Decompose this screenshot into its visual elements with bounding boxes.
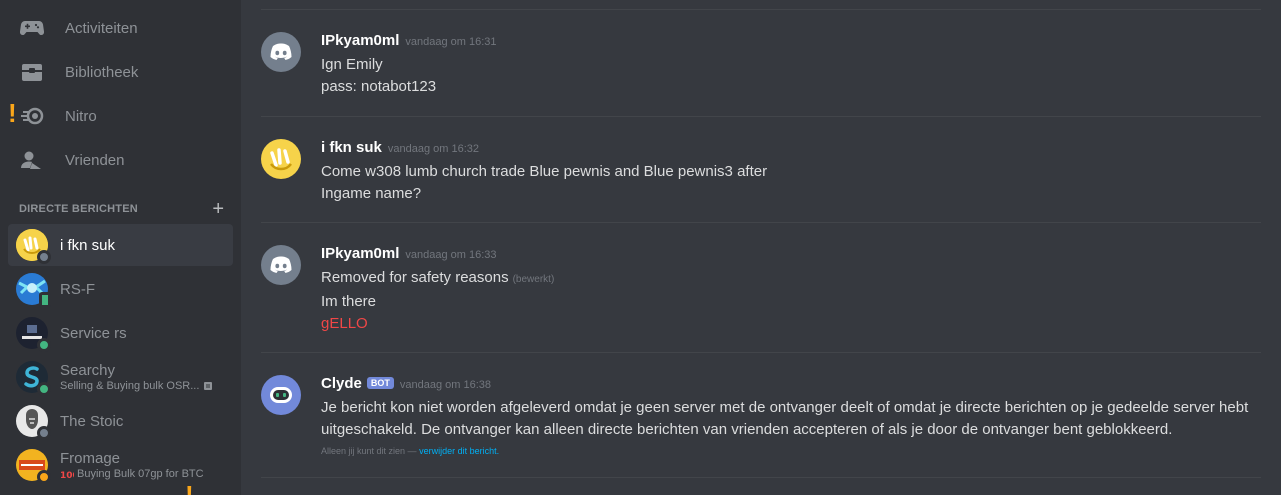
svg-text:100: 100	[60, 471, 74, 479]
status-online-icon	[37, 382, 51, 396]
dm-name: Searchy	[60, 362, 116, 379]
message-text: gELLO	[321, 315, 368, 332]
dm-item-service-rs[interactable]: Service rs	[8, 312, 233, 354]
message-timestamp: vandaag om 16:32	[387, 143, 479, 155]
status-mobile-icon	[39, 292, 51, 308]
nav-label: Vrienden	[65, 151, 125, 169]
message-divider	[261, 477, 1261, 478]
message-text: Je bericht kon niet worden afgeleverd om…	[321, 399, 1249, 416]
nav-label: Nitro	[65, 107, 97, 125]
dm-custom-status: 100 Buying Bulk 07gp for BTC	[60, 468, 204, 480]
library-icon	[20, 60, 44, 84]
friends-icon	[20, 148, 44, 172]
nav-activities[interactable]: Activiteiten	[8, 8, 233, 48]
dismiss-message-link[interactable]: verwijder dit bericht.	[419, 446, 499, 456]
dm-status-text: Selling & Buying bulk OSR...	[60, 380, 200, 392]
avatar	[16, 229, 51, 264]
message-timestamp: vandaag om 16:31	[405, 36, 497, 48]
avatar	[16, 273, 51, 308]
dm-name: The Stoic	[60, 412, 124, 430]
avatar	[16, 405, 51, 440]
dm-status-text: Buying Bulk 07gp for BTC	[77, 468, 204, 480]
nav-label: Activiteiten	[65, 19, 138, 37]
notification-mark: !	[8, 98, 17, 128]
gamepad-icon	[20, 16, 44, 40]
dm-name: i fkn suk	[60, 236, 116, 254]
message-divider	[261, 222, 1261, 223]
bot-badge: BOT	[366, 377, 394, 389]
dm-name: Fromage	[60, 450, 121, 467]
message-author[interactable]: i fkn suk	[321, 139, 382, 156]
dm-item-the-stoic[interactable]: The Stoic	[8, 400, 233, 442]
discord-logo-icon	[261, 32, 301, 72]
nitro-icon	[20, 104, 44, 128]
dm-item-searchy[interactable]: Searchy Selling & Buying bulk OSR...	[8, 356, 233, 398]
message-text: Ingame name?	[321, 185, 422, 202]
message-divider	[261, 9, 1261, 10]
dm-item-i-fkn-suk[interactable]: i fkn suk	[8, 224, 233, 266]
message-author[interactable]: IPkyam0ml	[321, 32, 399, 49]
nav-label: Bibliotheek	[65, 63, 139, 81]
message-text: uitgeschakeld. De ontvanger kan alleen d…	[321, 421, 1173, 438]
dm-section-title: DIRECTE BERICHTEN	[19, 203, 138, 215]
avatar	[16, 449, 51, 484]
message-author[interactable]: IPkyam0ml	[321, 245, 399, 262]
message-divider	[261, 352, 1261, 353]
dm-sidebar: Activiteiten Bibliotheek Nitro Vrienden …	[0, 0, 241, 495]
create-dm-button[interactable]: +	[212, 199, 224, 219]
message-text: Im there	[321, 293, 377, 310]
avatar	[16, 317, 51, 352]
ephemeral-note-text: Alleen jij kunt dit zien —	[321, 446, 417, 456]
message-author[interactable]: Clyde	[321, 375, 362, 392]
status-offline-icon	[37, 426, 51, 440]
status-offline-icon	[37, 250, 51, 264]
message-divider	[261, 116, 1261, 117]
message-text: Come w308 lumb church trade Blue pewnis …	[321, 163, 768, 180]
discord-logo-icon	[261, 245, 301, 285]
dm-name: RS-F	[60, 280, 95, 298]
message-timestamp: vandaag om 16:33	[405, 249, 497, 261]
status-online-icon	[37, 338, 51, 352]
message-text-content: Removed for safety reasons	[321, 269, 509, 286]
nav-friends[interactable]: Vrienden	[8, 140, 233, 180]
notification-mark: !	[185, 480, 194, 495]
dm-name: Service rs	[60, 324, 127, 342]
dm-item-rs-f[interactable]: RS-F	[8, 268, 233, 310]
dm-item-fromage[interactable]: Fromage 100 Buying Bulk 07gp for BTC	[8, 444, 233, 486]
dm-section-header: DIRECTE BERICHTEN +	[19, 199, 224, 219]
clyde-bot-avatar	[261, 375, 301, 415]
document-icon	[204, 382, 213, 390]
nav-nitro[interactable]: Nitro	[8, 96, 233, 136]
avatar	[261, 139, 301, 179]
message-text: Removed for safety reasons (bewerkt)	[321, 267, 1261, 291]
ephemeral-note: Alleen jij kunt dit zien — verwijder dit…	[321, 446, 1261, 456]
message-text: pass: notabot123	[321, 78, 437, 95]
message-text: Ign Emily	[321, 56, 383, 73]
avatar	[16, 361, 51, 396]
emoji-icon: 100	[60, 471, 74, 479]
message-timestamp: vandaag om 16:38	[399, 379, 491, 391]
nav-library[interactable]: Bibliotheek	[8, 52, 233, 92]
edited-label: (bewerkt)	[512, 274, 555, 285]
status-idle-icon	[37, 470, 51, 484]
dm-custom-status: Selling & Buying bulk OSR...	[60, 380, 213, 392]
chat-area: IPkyam0ml vandaag om 16:31 Ign Emily pas…	[241, 0, 1281, 495]
